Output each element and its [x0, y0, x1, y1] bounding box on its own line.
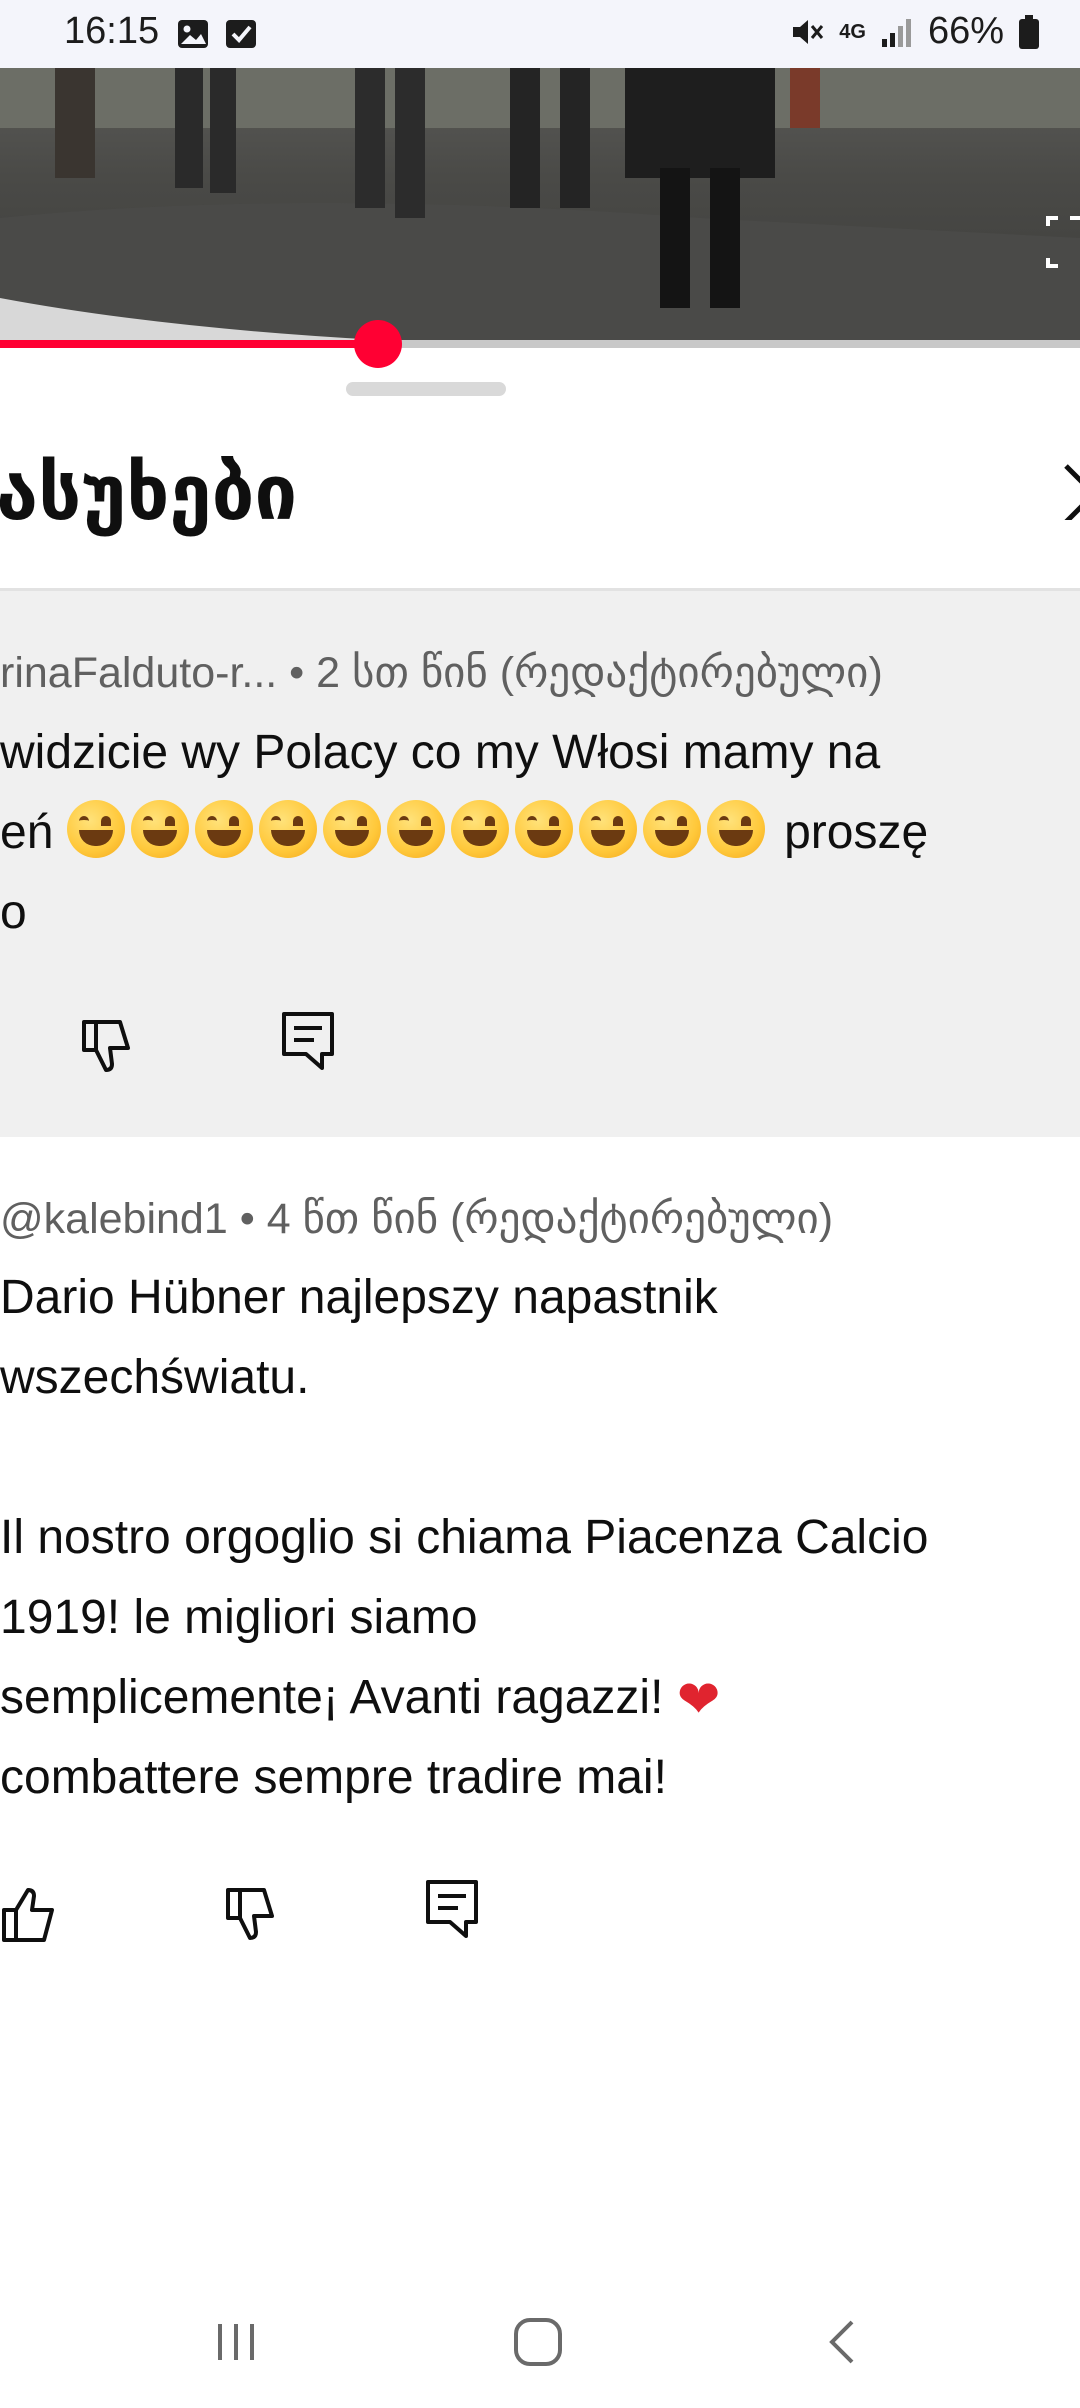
progress-scrubber[interactable] — [354, 320, 402, 368]
laughing-emoji — [386, 800, 445, 858]
close-icon[interactable] — [1054, 460, 1080, 520]
comment-text-fragment: eń — [0, 806, 54, 859]
comment-text-line-emoji: eń proszę — [0, 793, 928, 873]
gallery-icon — [178, 20, 208, 48]
status-time: 16:15 — [64, 10, 160, 52]
laughing-emoji — [66, 800, 125, 858]
battery-percent: 66% — [927, 10, 1004, 52]
laughing-emoji — [578, 800, 637, 858]
laughing-emoji — [450, 800, 509, 858]
back-icon[interactable] — [822, 2318, 862, 2366]
laughing-emoji — [642, 800, 701, 858]
comment-text-line: Dario Hübner najlepszy napastnik — [0, 1271, 718, 1324]
heart-emoji: ❤ — [676, 1671, 721, 1729]
drag-handle[interactable] — [346, 382, 506, 396]
laughing-emoji — [130, 800, 189, 858]
checkbox-icon — [226, 20, 256, 48]
home-icon[interactable] — [512, 2316, 564, 2368]
navigation-bar — [0, 2290, 1080, 2408]
like-icon[interactable] — [0, 1884, 62, 1948]
comment-text-line: widzicie wy Polacy co my Włosi mamy na — [0, 726, 881, 779]
dislike-icon[interactable] — [220, 1880, 284, 1944]
mute-icon — [793, 19, 824, 44]
battery-icon — [1019, 14, 1039, 49]
video-frame — [0, 68, 1080, 340]
progress-fill — [0, 340, 378, 348]
network-type: 4G — [839, 20, 866, 43]
comment-text-line: o — [0, 886, 27, 939]
comment-text-line: combattere sempre tradire mai! — [0, 1751, 667, 1804]
comment-text-line-heart: semplicemente¡ Avanti ragazzi! ❤ — [0, 1658, 720, 1740]
status-bar: 16:15 4G 66% — [0, 0, 1080, 68]
reply-icon[interactable] — [420, 1876, 484, 1940]
laughing-emoji — [706, 800, 765, 858]
emoji-row — [66, 800, 771, 859]
reply-icon[interactable] — [276, 1008, 340, 1072]
laughing-emoji — [194, 800, 253, 858]
comment-meta: @kalebind1 • 4 წთ წინ (რედაქტირებული) — [0, 1195, 834, 1243]
video-player[interactable] — [0, 68, 1080, 340]
comment-text-fragment: proszę — [784, 806, 929, 859]
signal-icon — [881, 18, 911, 47]
comment-text-fragment: semplicemente¡ Avanti ragazzi! — [0, 1671, 664, 1724]
comment-text-line: Il nostro orgoglio si chiama Piacenza Ca… — [0, 1511, 929, 1564]
dislike-icon[interactable] — [76, 1012, 140, 1076]
laughing-emoji — [322, 800, 381, 858]
laughing-emoji — [514, 800, 573, 858]
comment-text-line: wszechświatu. — [0, 1351, 310, 1404]
panel-title: ასუხები — [0, 451, 298, 536]
comment-text-line: 1919! le migliori siamo — [0, 1591, 478, 1644]
comment-meta: rinaFalduto-r... • 2 სთ წინ (რედაქტირებუ… — [0, 649, 883, 697]
laughing-emoji — [258, 800, 317, 858]
recent-apps-icon[interactable] — [212, 2318, 260, 2366]
